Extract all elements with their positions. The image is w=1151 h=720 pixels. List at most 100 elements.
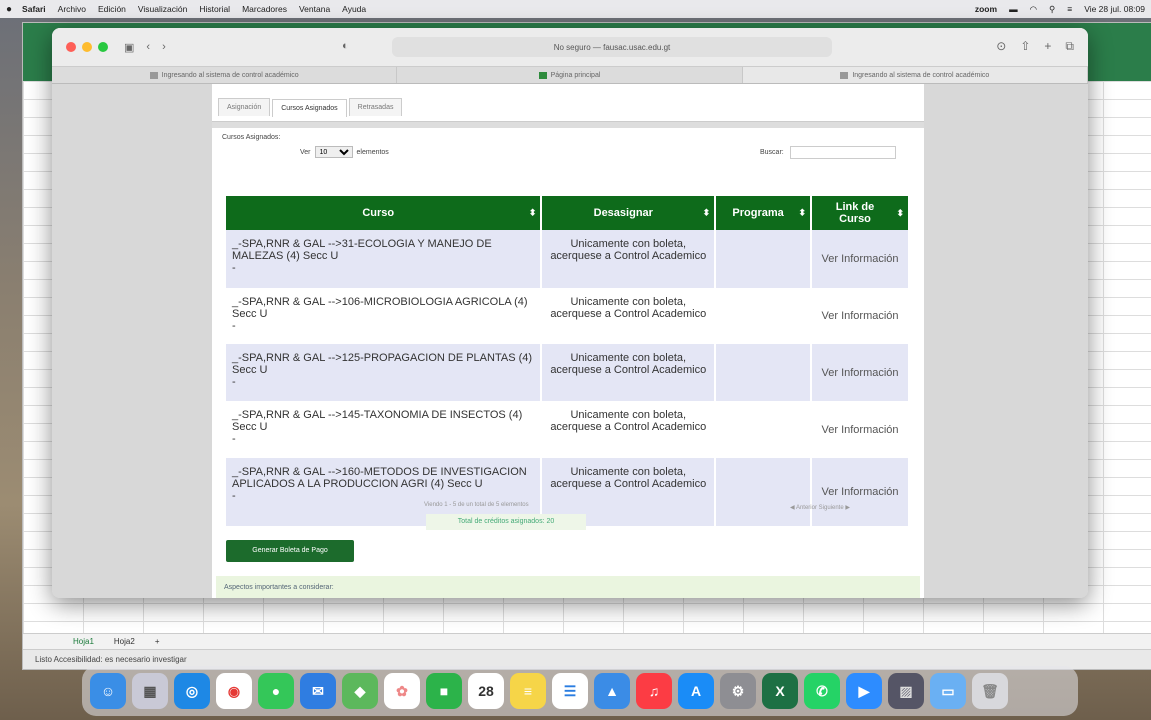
menu-marcadores[interactable]: Marcadores	[242, 4, 287, 14]
minimize-window-button[interactable]	[82, 42, 92, 52]
keynote-icon[interactable]: ▲	[594, 673, 630, 709]
facetime-icon[interactable]: ■	[426, 673, 462, 709]
forward-icon[interactable]: ›	[162, 41, 166, 54]
trash-icon[interactable]: 🗑	[972, 673, 1008, 709]
messages-icon[interactable]: ●	[258, 673, 294, 709]
course-cell: _-SPA,RNR & GAL -->31-ECOLOGIA Y MANEJO …	[226, 230, 543, 288]
assigned-courses-label: Cursos Asignados:	[222, 134, 281, 141]
sheet-tab-hoja1[interactable]: Hoja1	[73, 637, 94, 646]
course-dash: -	[232, 320, 236, 332]
menu-visualizacion[interactable]: Visualización	[138, 4, 187, 14]
menu-archivo[interactable]: Archivo	[58, 4, 86, 14]
course-name: _-SPA,RNR & GAL -->160-METODOS DE INVEST…	[232, 466, 527, 490]
sheet-tab-hoja2[interactable]: Hoja2	[114, 637, 135, 646]
apple-menu-icon[interactable]: ●	[6, 4, 12, 15]
sort-icon: ⬍	[798, 207, 807, 218]
menu-historial[interactable]: Historial	[199, 4, 230, 14]
whatsapp-icon[interactable]: ✆	[804, 673, 840, 709]
add-sheet-icon[interactable]: +	[155, 637, 160, 646]
menu-ventana[interactable]: Ventana	[299, 4, 330, 14]
sidebar-icon[interactable]: ▣	[124, 41, 134, 54]
menubar-clock[interactable]: Vie 28 jul. 08:09	[1084, 4, 1145, 14]
downloads-icon[interactable]: ⊙	[996, 39, 1006, 54]
zoom-icon[interactable]: ▶	[846, 673, 882, 709]
launchpad-icon[interactable]: ▦	[132, 673, 168, 709]
view-info-link[interactable]: Ver Información	[811, 288, 910, 344]
view-info-link[interactable]: Ver Información	[811, 401, 910, 458]
chrome-icon[interactable]: ◉	[216, 673, 252, 709]
tab-asignacion[interactable]: Asignación	[218, 98, 271, 116]
tab-title: Ingresando al sistema de control académi…	[161, 71, 299, 79]
generate-payment-slip-button[interactable]: Generar Boleta de Pago	[226, 540, 354, 562]
close-window-button[interactable]	[66, 42, 76, 52]
new-tab-icon[interactable]: +	[1044, 39, 1051, 54]
zoom-status-item[interactable]: zoom	[975, 4, 997, 14]
pagination-next[interactable]: Siguiente	[819, 505, 844, 511]
appstore-icon[interactable]: A	[678, 673, 714, 709]
column-header-link-curso[interactable]: Link de Curso ⬍	[811, 196, 910, 230]
menu-ayuda[interactable]: Ayuda	[342, 4, 366, 14]
share-icon[interactable]: ⇧	[1020, 39, 1030, 54]
course-name: _-SPA,RNR & GAL -->125-PROPAGACION DE PL…	[232, 352, 533, 376]
search-icon[interactable]: ⚲	[1049, 4, 1055, 15]
column-header-desasignar[interactable]: Desasignar ⬍	[541, 196, 717, 230]
sort-icon: ⬍	[702, 207, 711, 218]
tab-title: Página principal	[550, 71, 601, 79]
zoom-window-button[interactable]	[98, 42, 108, 52]
address-bar-text: No seguro — fausac.usac.edu.gt	[553, 42, 671, 52]
calendar-icon[interactable]: 28	[468, 673, 504, 709]
sort-icon: ⬍	[896, 208, 904, 218]
mail-icon[interactable]: ✉	[300, 673, 336, 709]
tab-cursos-asignados[interactable]: Cursos Asignados	[272, 99, 347, 117]
search-label: Buscar:	[760, 149, 784, 156]
reminders-icon[interactable]: ☰	[552, 673, 588, 709]
menu-bar: ● Safari Archivo Edición Visualización H…	[0, 0, 1151, 18]
unassign-cell: Unicamente con boleta, acerquese a Contr…	[541, 230, 717, 288]
maps-icon[interactable]: ◆	[342, 673, 378, 709]
control-center-icon[interactable]: ≡	[1067, 4, 1072, 14]
photos-icon[interactable]: ✿	[384, 673, 420, 709]
column-header-programa[interactable]: Programa ⬍	[715, 196, 813, 230]
course-name: _-SPA,RNR & GAL -->145-TAXONOMIA DE INSE…	[232, 409, 523, 433]
table-row: _-SPA,RNR & GAL -->145-TAXONOMIA DE INSE…	[226, 401, 910, 458]
tab-overview-icon[interactable]: ⧉	[1065, 39, 1074, 54]
unassign-cell: Unicamente con boleta, acerquese a Contr…	[541, 344, 717, 401]
wifi-icon[interactable]: ◠	[1030, 4, 1037, 15]
column-header-curso[interactable]: Curso ⬍	[226, 196, 543, 230]
menu-edicion[interactable]: Edición	[98, 4, 126, 14]
back-icon[interactable]: ‹	[146, 41, 150, 54]
page-length-control: Ver 10 elementos	[300, 146, 389, 158]
folder-icon[interactable]: ▭	[930, 673, 966, 709]
safari-icon[interactable]: ◎	[174, 673, 210, 709]
table-row: _-SPA,RNR & GAL -->125-PROPAGACION DE PL…	[226, 344, 910, 401]
address-bar[interactable]: No seguro — fausac.usac.edu.gt	[392, 37, 832, 57]
sort-icon: ⬍	[528, 207, 537, 218]
settings-icon[interactable]: ⚙	[720, 673, 756, 709]
pagination-prev[interactable]: Anterior	[796, 505, 817, 511]
favicon-icon	[538, 71, 547, 79]
finder-icon[interactable]: ☺	[90, 673, 126, 709]
dock: ☺ ▦ ◎ ◉ ● ✉ ◆ ✿ ■ 28 ≡ ☰ ▲ ♫ A ⚙ X ✆ ▶ ▨…	[82, 666, 1078, 716]
excel-icon[interactable]: X	[762, 673, 798, 709]
view-info-link[interactable]: Ver Información	[811, 344, 910, 401]
notes-icon[interactable]: ≡	[510, 673, 546, 709]
battery-icon[interactable]: ▬	[1009, 4, 1018, 14]
preview-icon[interactable]: ▨	[888, 673, 924, 709]
browser-tab-3[interactable]: Ingresando al sistema de control académi…	[742, 67, 1088, 83]
header-label: Programa	[732, 207, 784, 219]
music-icon[interactable]: ♫	[636, 673, 672, 709]
next-icon[interactable]: ▶	[845, 505, 850, 511]
browser-tab-1[interactable]: Ingresando al sistema de control académi…	[52, 67, 398, 83]
safari-toolbar: ▣ ‹ › ◐ No seguro — fausac.usac.edu.gt ⊙…	[52, 28, 1088, 66]
course-dash: -	[232, 376, 236, 388]
menu-safari[interactable]: Safari	[22, 4, 46, 14]
search-input[interactable]	[789, 146, 896, 159]
tab-retrasadas[interactable]: Retrasadas	[348, 98, 403, 116]
header-label: Link de Curso	[835, 201, 875, 225]
browser-tab-2[interactable]: Página principal	[397, 67, 743, 83]
prev-icon[interactable]: ◀	[790, 505, 795, 511]
view-info-link[interactable]: Ver Información	[811, 230, 910, 288]
privacy-shield-icon[interactable]: ◐	[342, 40, 349, 52]
page-length-select[interactable]: 10	[314, 146, 353, 158]
view-info-link[interactable]: Ver Información	[811, 458, 910, 526]
